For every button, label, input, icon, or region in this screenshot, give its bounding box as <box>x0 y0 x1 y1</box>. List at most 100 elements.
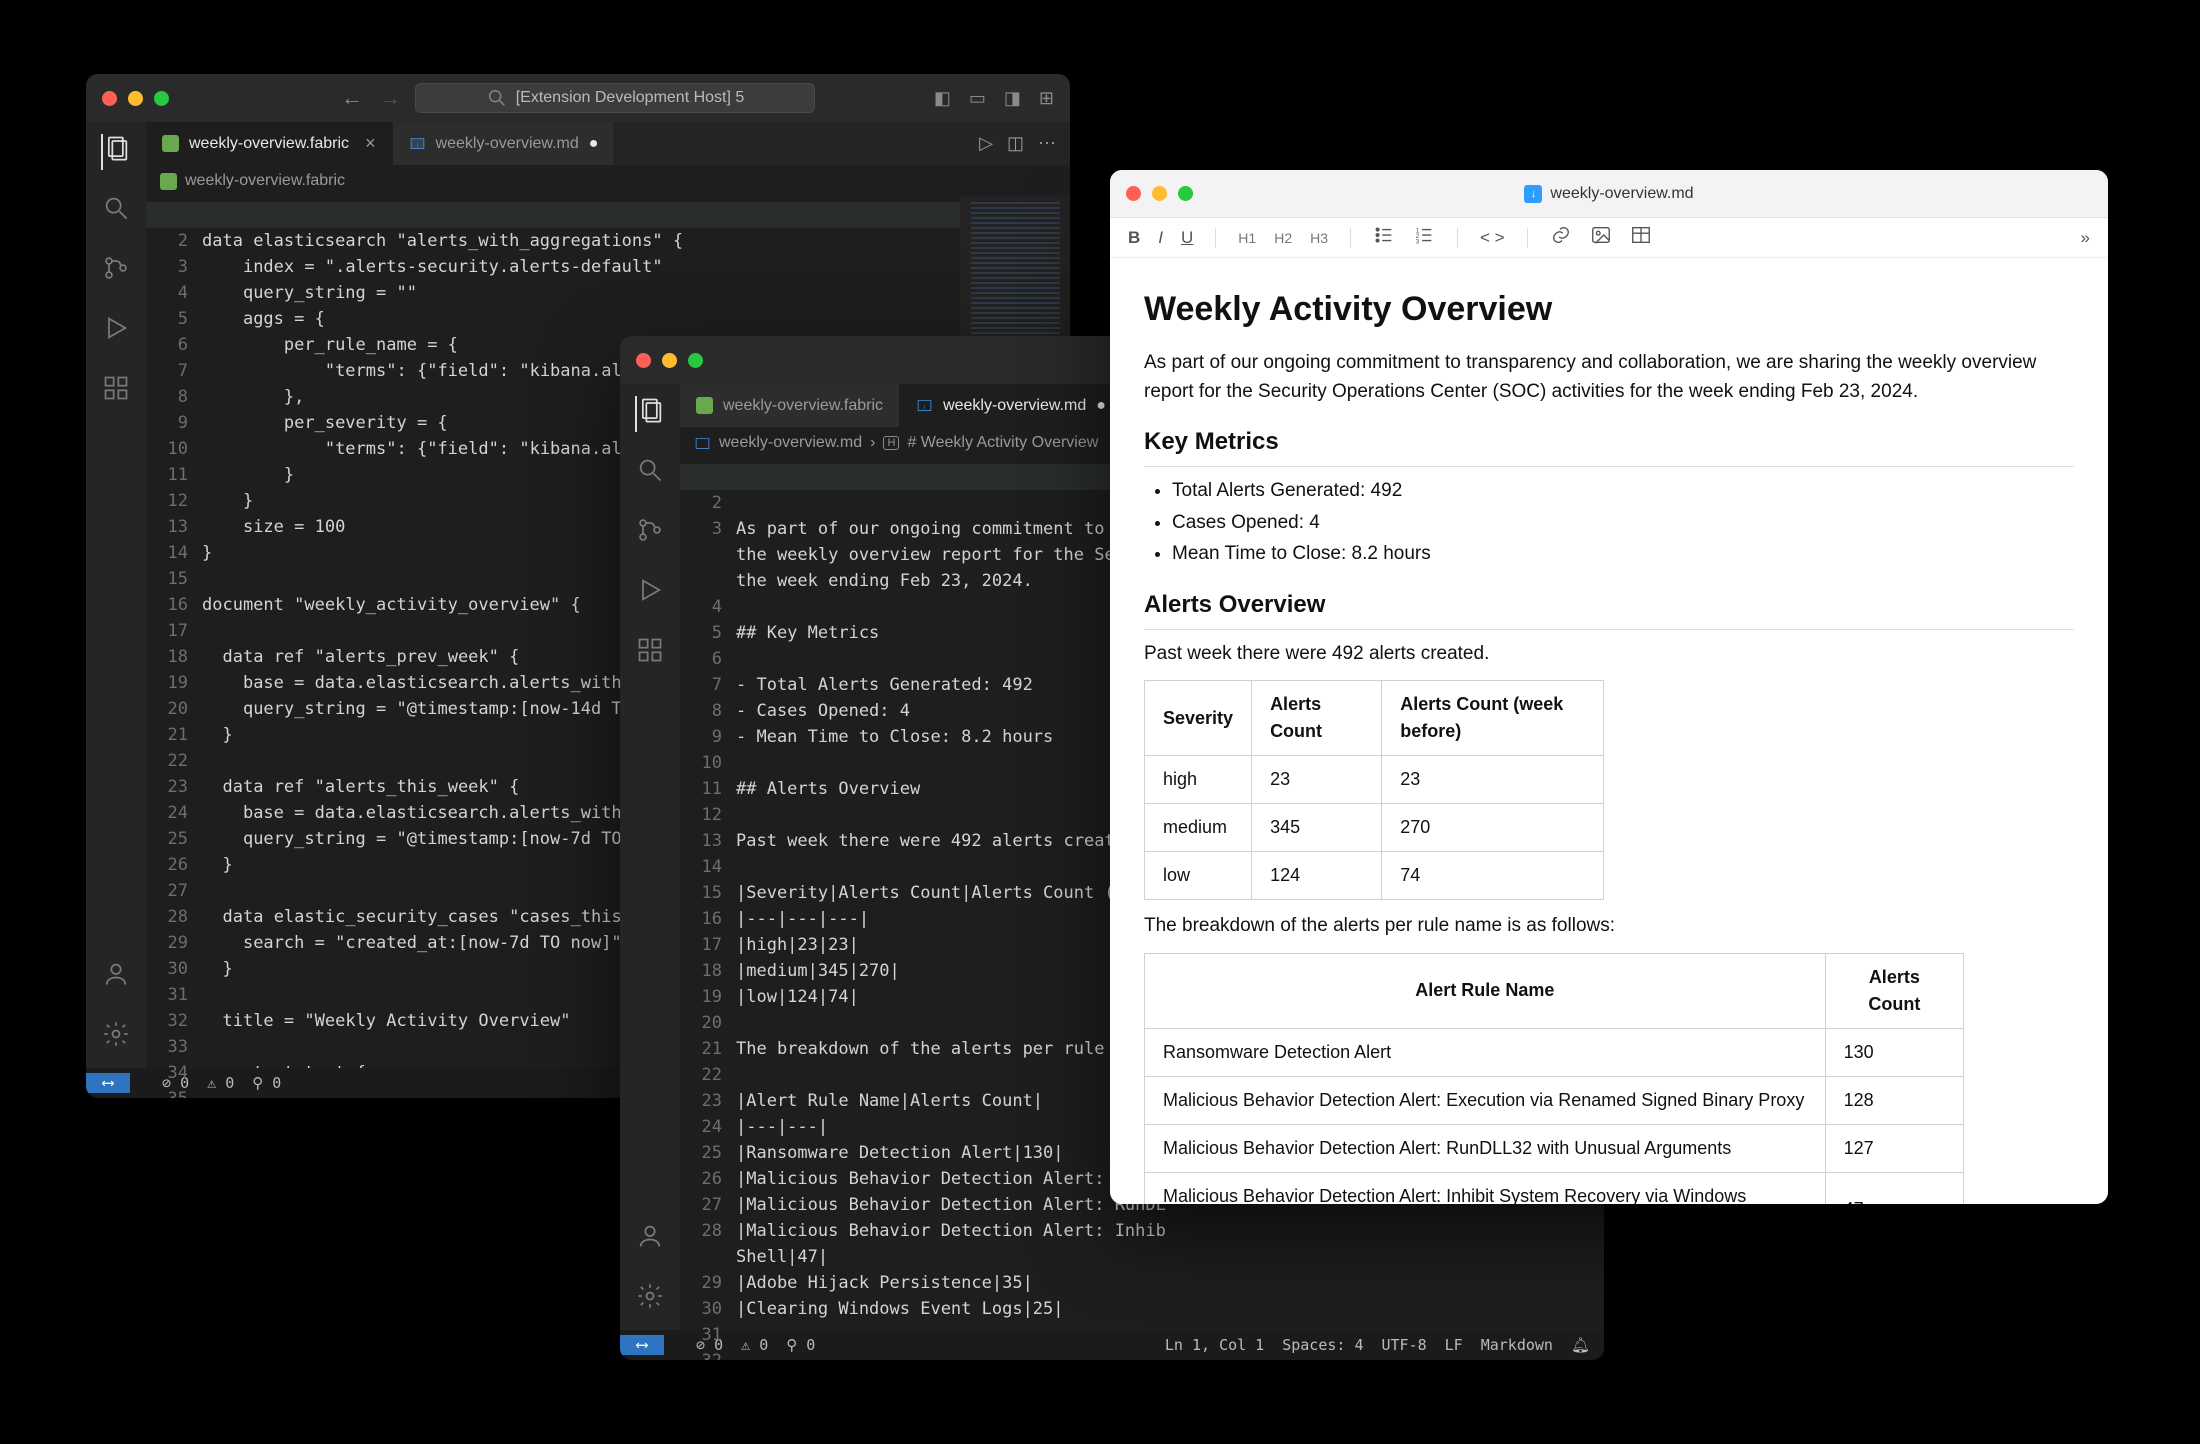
maximize-window-icon[interactable] <box>688 353 703 368</box>
breakdown-paragraph: The breakdown of the alerts per rule nam… <box>1144 912 2074 941</box>
encoding[interactable]: UTF-8 <box>1381 1336 1426 1354</box>
run-debug-icon[interactable] <box>636 576 664 612</box>
bold-button[interactable]: B <box>1128 228 1140 248</box>
window-title: ↓ weekly-overview.md <box>1524 185 1693 203</box>
bullet-list-icon[interactable] <box>1373 224 1395 251</box>
settings-gear-icon[interactable] <box>102 1020 130 1056</box>
accounts-icon[interactable] <box>102 960 130 996</box>
alerts-paragraph: Past week there were 492 alerts created. <box>1144 640 2074 669</box>
nav-back-icon[interactable]: ← <box>341 85 363 111</box>
activity-bar <box>620 384 680 1330</box>
titlebar[interactable]: ← → [Extension Development Host] 5 ◧ ▭ ◨… <box>86 74 1070 122</box>
eol[interactable]: LF <box>1445 1336 1463 1354</box>
window-controls[interactable] <box>1126 186 1193 201</box>
titlebar[interactable]: ↓ weekly-overview.md <box>1110 170 2108 218</box>
h2-button[interactable]: H2 <box>1274 230 1292 246</box>
table-cell: medium <box>1145 804 1252 852</box>
table-cell: 124 <box>1252 852 1382 900</box>
image-icon[interactable] <box>1590 224 1612 251</box>
markdown-file-icon: ↓ <box>409 135 426 152</box>
tab-weekly-overview-fabric[interactable]: weekly-overview.fabric <box>680 384 900 427</box>
table-icon[interactable] <box>1630 224 1652 251</box>
line-gutter: 1234567891011121314151617181920212223242… <box>680 458 736 1330</box>
h3-button[interactable]: H3 <box>1310 230 1328 246</box>
search-icon[interactable] <box>102 194 130 230</box>
breadcrumb-file: weekly-overview.md <box>719 434 862 452</box>
h1-button[interactable]: H1 <box>1238 230 1256 246</box>
code-block-icon[interactable]: < > <box>1480 228 1505 248</box>
indentation[interactable]: Spaces: 4 <box>1282 1336 1363 1354</box>
dirty-indicator-icon: ● <box>1096 397 1106 415</box>
table-row: medium345270 <box>1145 804 1604 852</box>
table-cell: 23 <box>1382 756 1604 804</box>
explorer-icon[interactable] <box>101 134 131 170</box>
table-cell: 47 <box>1825 1172 1963 1204</box>
maximize-window-icon[interactable] <box>154 91 169 106</box>
svg-text:↓: ↓ <box>923 403 926 410</box>
window-controls[interactable] <box>636 353 703 368</box>
table-header: Alerts Count (week before) <box>1382 681 1604 756</box>
dirty-indicator-icon: ● <box>589 135 599 153</box>
close-window-icon[interactable] <box>1126 186 1141 201</box>
more-actions-icon[interactable]: ⋯ <box>1038 133 1056 154</box>
overflow-icon[interactable]: » <box>2081 228 2090 248</box>
cursor-position[interactable]: Ln 1, Col 1 <box>1165 1336 1264 1354</box>
numbered-list-icon[interactable]: 123 <box>1413 224 1435 251</box>
accounts-icon[interactable] <box>636 1222 664 1258</box>
table-row: Malicious Behavior Detection Alert: Exec… <box>1145 1076 1964 1124</box>
run-debug-icon[interactable] <box>102 314 130 350</box>
command-center[interactable]: [Extension Development Host] 5 <box>415 83 815 113</box>
problems-status[interactable]: ⊘ 0 ⚠ 0 <box>682 1336 768 1354</box>
layout-panel-icon[interactable]: ▭ <box>969 88 986 109</box>
problems-status[interactable]: ⊘ 0 ⚠ 0 <box>148 1074 234 1092</box>
explorer-icon[interactable] <box>635 396 665 432</box>
intro-paragraph: As part of our ongoing commitment to tra… <box>1144 349 2074 406</box>
layout-sidebar-right-icon[interactable]: ◨ <box>1004 88 1021 109</box>
tab-weekly-overview-fabric[interactable]: weekly-overview.fabric × <box>146 122 393 165</box>
extensions-icon[interactable] <box>636 636 664 672</box>
svg-text:↓: ↓ <box>415 141 418 148</box>
source-control-icon[interactable] <box>636 516 664 552</box>
minimize-window-icon[interactable] <box>662 353 677 368</box>
extensions-icon[interactable] <box>102 374 130 410</box>
table-cell: 128 <box>1825 1076 1963 1124</box>
remote-indicator[interactable]: ⟷ <box>620 1335 664 1355</box>
table-cell: Ransomware Detection Alert <box>1145 1028 1826 1076</box>
rendered-content[interactable]: Weekly Activity Overview As part of our … <box>1110 258 2108 1204</box>
italic-button[interactable]: I <box>1158 228 1163 248</box>
remote-indicator[interactable]: ⟷ <box>86 1073 130 1093</box>
ports-status[interactable]: ⚲ 0 <box>786 1336 815 1354</box>
language-mode[interactable]: Markdown <box>1481 1336 1553 1354</box>
markdown-file-icon <box>694 435 711 452</box>
notifications-icon[interactable]: 🔔︎ <box>1571 1336 1590 1354</box>
source-control-icon[interactable] <box>102 254 130 290</box>
minimize-window-icon[interactable] <box>128 91 143 106</box>
breadcrumb[interactable]: weekly-overview.fabric <box>146 166 1070 196</box>
close-tab-icon[interactable]: × <box>365 133 376 154</box>
close-window-icon[interactable] <box>102 91 117 106</box>
table-cell: Malicious Behavior Detection Alert: RunD… <box>1145 1124 1826 1172</box>
list-item: Mean Time to Close: 8.2 hours <box>1172 540 2074 569</box>
severity-table: SeverityAlerts CountAlerts Count (week b… <box>1144 680 1604 900</box>
heading-key-metrics: Key Metrics <box>1144 424 2074 467</box>
search-icon[interactable] <box>636 456 664 492</box>
tab-weekly-overview-md[interactable]: ↓ weekly-overview.md ● <box>900 384 1123 427</box>
layout-customize-icon[interactable]: ⊞ <box>1039 88 1054 109</box>
split-editor-icon[interactable]: ◫ <box>1007 133 1024 154</box>
fabric-file-icon <box>696 397 713 414</box>
window-controls[interactable] <box>102 91 169 106</box>
table-cell: low <box>1145 852 1252 900</box>
underline-button[interactable]: U <box>1181 228 1193 248</box>
ports-status[interactable]: ⚲ 0 <box>252 1074 281 1092</box>
line-gutter: 1234567891011121314151617181920212223242… <box>146 196 202 1068</box>
run-icon[interactable]: ▷ <box>979 133 993 154</box>
nav-forward-icon[interactable]: → <box>379 85 401 111</box>
tab-weekly-overview-md[interactable]: ↓ weekly-overview.md ● <box>393 122 616 165</box>
layout-sidebar-left-icon[interactable]: ◧ <box>934 88 951 109</box>
settings-gear-icon[interactable] <box>636 1282 664 1318</box>
minimize-window-icon[interactable] <box>1152 186 1167 201</box>
activity-bar <box>86 122 146 1068</box>
maximize-window-icon[interactable] <box>1178 186 1193 201</box>
close-window-icon[interactable] <box>636 353 651 368</box>
link-icon[interactable] <box>1550 224 1572 251</box>
